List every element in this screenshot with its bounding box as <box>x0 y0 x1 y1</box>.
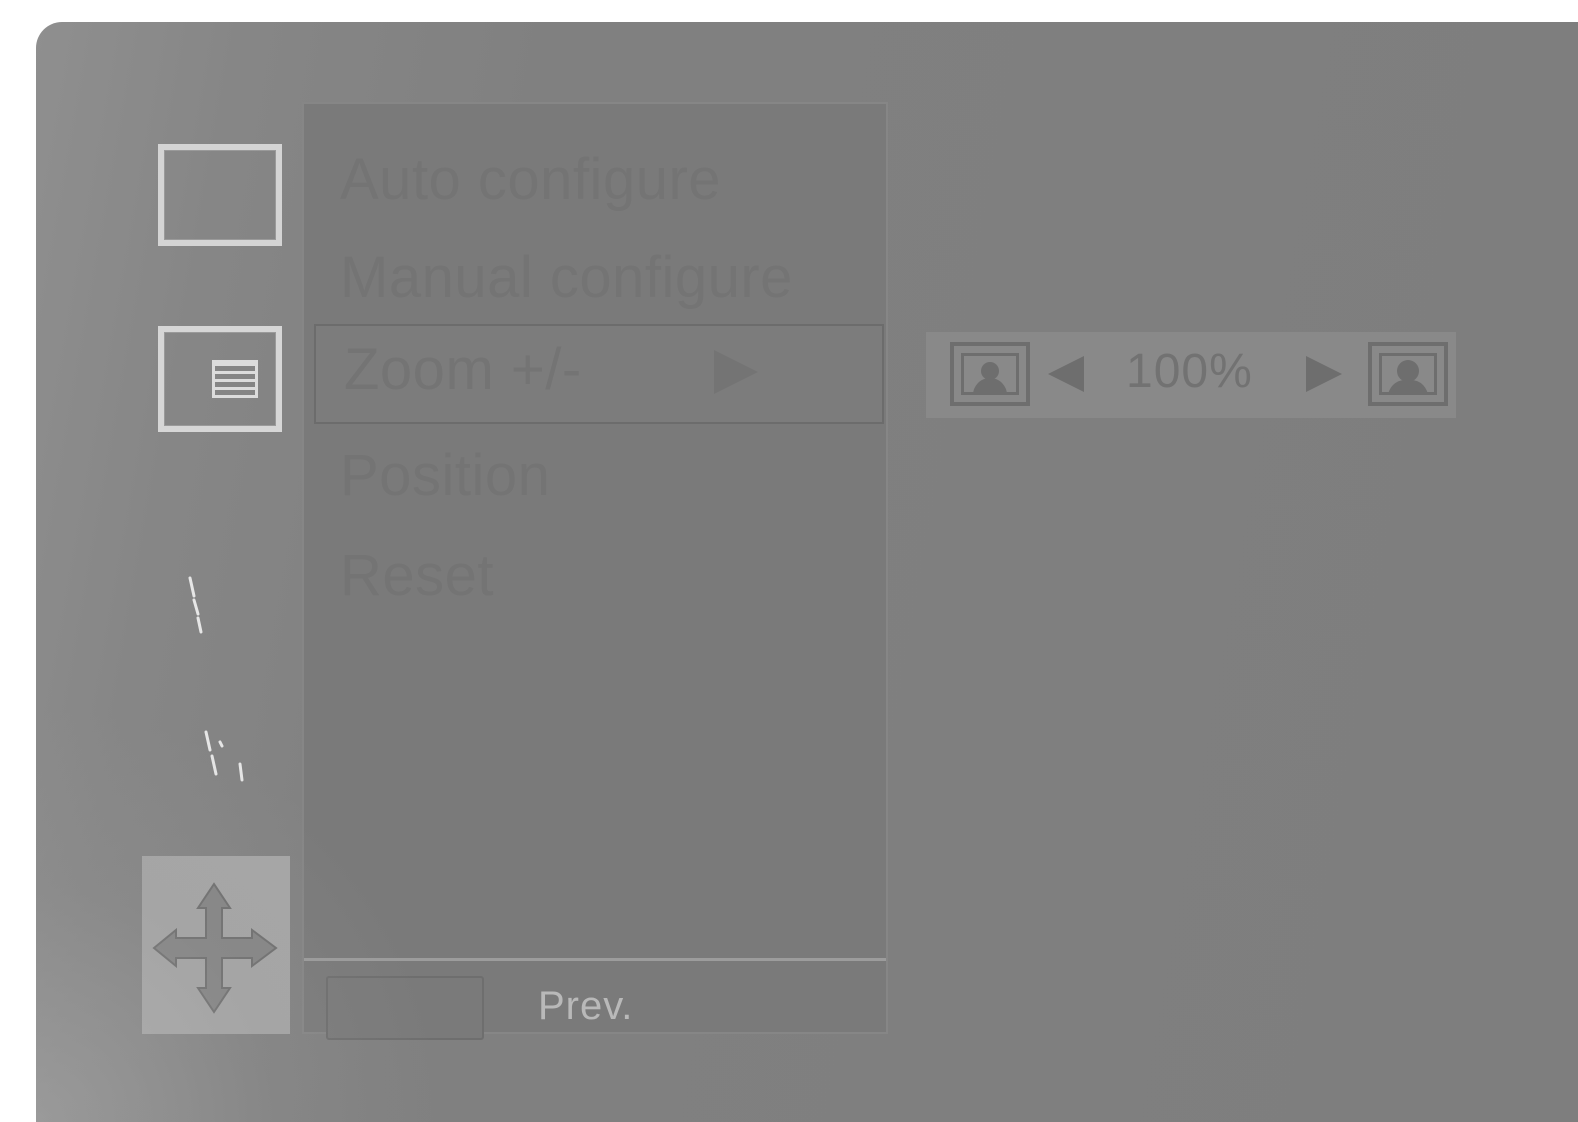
decrease-arrow-icon[interactable] <box>1048 356 1084 392</box>
picture-icon[interactable] <box>158 144 282 246</box>
prev-label: Prev. <box>538 984 634 1028</box>
picture-menu-icon[interactable] <box>158 326 282 432</box>
lines-icon <box>212 360 258 398</box>
menu-item-reset[interactable]: Reset <box>340 542 494 609</box>
menu-item-label: Auto configure <box>340 147 722 212</box>
increase-arrow-icon[interactable] <box>1306 356 1342 392</box>
zoom-control: 100% <box>926 332 1456 418</box>
menu-item-label: Manual configure <box>340 245 793 310</box>
menu-item-label: Reset <box>340 543 495 608</box>
zoom-in-person-icon[interactable] <box>1368 342 1448 406</box>
menu-panel: Auto configure Manual configure Zoom +/-… <box>302 102 888 1040</box>
faint-icon[interactable] <box>176 570 216 640</box>
move-icon-tile[interactable] <box>142 856 290 1034</box>
zoom-value: 100% <box>1126 345 1253 398</box>
menu-item-label: Zoom +/- <box>344 337 582 402</box>
menu-item-auto-configure[interactable]: Auto configure <box>340 146 721 213</box>
chevron-right-icon <box>714 350 758 394</box>
menu-item-zoom[interactable]: Zoom +/- <box>314 324 884 424</box>
menu-item-position[interactable]: Position <box>340 442 550 509</box>
zoom-out-person-icon[interactable] <box>950 342 1030 406</box>
menu-item-label: Position <box>340 443 551 508</box>
move-icon <box>152 882 278 1014</box>
prev-button[interactable] <box>326 976 484 1040</box>
faint-icon[interactable] <box>196 722 256 802</box>
divider <box>304 958 886 961</box>
menu-item-manual-configure[interactable]: Manual configure <box>340 244 793 311</box>
osd-screen: Auto configure Manual configure Zoom +/-… <box>36 22 1578 1122</box>
